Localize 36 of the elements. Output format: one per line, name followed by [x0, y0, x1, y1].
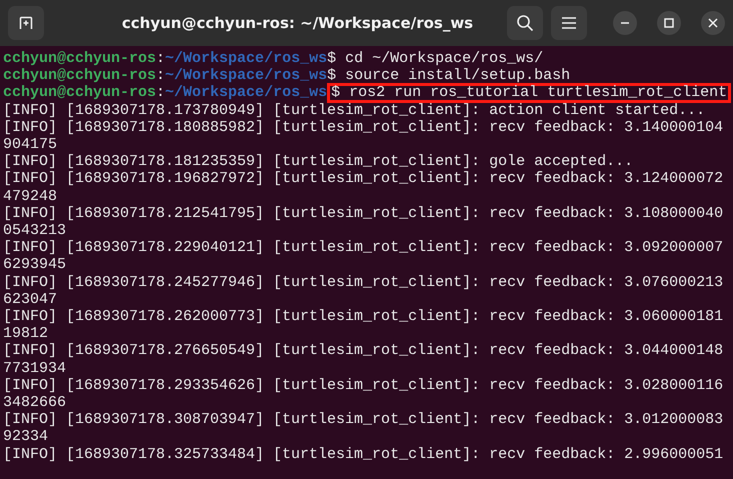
prompt-separator: : — [156, 84, 166, 102]
menu-icon — [561, 16, 577, 30]
search-icon — [516, 14, 534, 32]
log-line: [INFO] [1689307178.293354626] [turtlesim_rot_client]: recv feedback: 3.0280001163482666 — [3, 376, 724, 412]
log-line: [INFO] [1689307178.181235359] [turtlesim_rot_client]: gole accepted... — [3, 153, 634, 170]
prompt-user-host: cchyun@cchyun-ros — [3, 67, 156, 84]
close-button[interactable] — [701, 11, 725, 35]
minimize-button[interactable] — [613, 11, 637, 35]
command-text: $ ros2 run ros_tutorial turtlesim_rot_client — [327, 83, 732, 103]
log-line: [INFO] [1689307178.229040121] [turtlesim_rot_client]: recv feedback: 3.0920000076293945 — [3, 239, 724, 274]
new-tab-icon — [18, 15, 34, 31]
search-button[interactable] — [507, 6, 543, 40]
prompt-path: ~/Workspace/ros_ws — [165, 67, 328, 84]
close-icon — [708, 18, 718, 28]
log-line: [INFO] [1689307178.276650549] [turtlesim_rot_client]: recv feedback: 3.0440001487731934 — [3, 342, 724, 377]
log-line: [INFO] [1689307178.173780949] [turtlesim_rot_client]: action client started... — [3, 102, 706, 119]
prompt-user-host: cchyun@cchyun-ros — [3, 50, 156, 67]
prompt-separator: : — [156, 67, 166, 84]
menu-button[interactable] — [551, 6, 587, 40]
log-line: [INFO] [1689307178.245277946] [turtlesim_rot_client]: recv feedback: 3.076000213623047 — [3, 274, 724, 308]
prompt-user-host: cchyun@cchyun-ros — [3, 84, 156, 102]
maximize-button[interactable] — [657, 11, 681, 35]
new-tab-button[interactable] — [8, 6, 44, 40]
log-line: [INFO] [1689307178.325733484] [turtlesim_rot_client]: recv feedback: 2.996000051 — [3, 446, 724, 463]
command-text: $ source install/setup.bash — [327, 67, 570, 84]
prompt-separator: : — [156, 50, 166, 67]
prompt-path: ~/Workspace/ros_ws — [165, 50, 328, 67]
log-line: [INFO] [1689307178.308703947] [turtlesim_rot_client]: recv feedback: 3.01200008392334 — [3, 411, 724, 446]
log-line: [INFO] [1689307178.212541795] [turtlesim_rot_client]: recv feedback: 3.1080000400543213 — [3, 204, 724, 240]
prompt-path: ~/Workspace/ros_ws — [165, 84, 328, 102]
command-text: $ cd ~/Workspace/ros_ws/ — [327, 50, 544, 67]
window-title: cchyun@cchyun-ros: ~/Workspace/ros_ws — [120, 14, 474, 32]
log-line: [INFO] [1689307178.262000773] [turtlesim_rot_client]: recv feedback: 3.06000018119812 — [3, 308, 724, 342]
log-line: [INFO] [1689307178.180885982] [turtlesim_rot_client]: recv feedback: 3.140000104904175 — [3, 118, 724, 154]
log-line: [INFO] [1689307178.196827972] [turtlesim_rot_client]: recv feedback: 3.124000072479248 — [3, 170, 724, 205]
maximize-icon — [664, 18, 674, 28]
